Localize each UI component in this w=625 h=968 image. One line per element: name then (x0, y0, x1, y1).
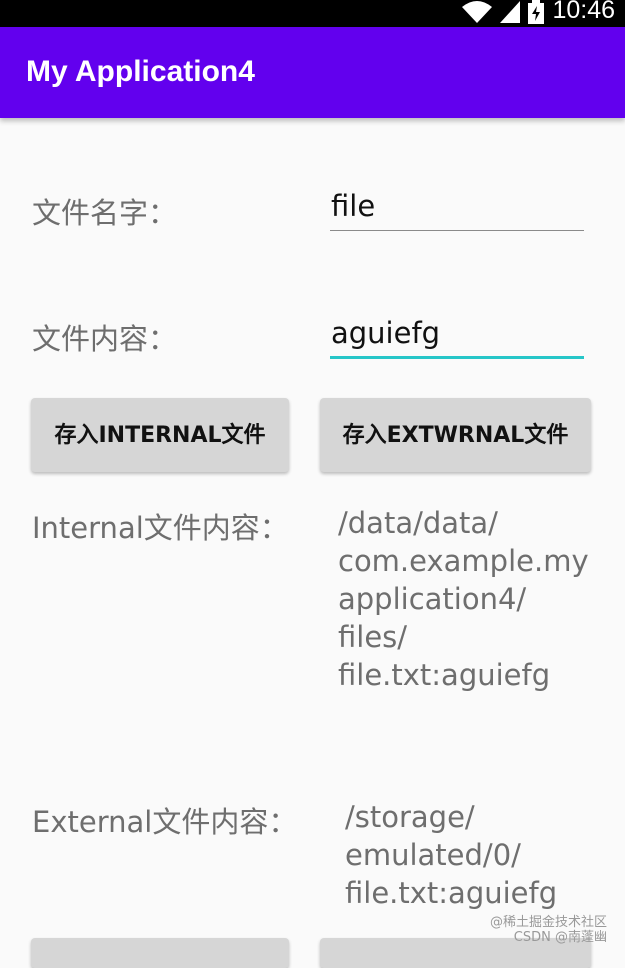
save-internal-button[interactable]: 存入INTERNAL文件 (31, 398, 289, 472)
file-name-label: 文件名字： (32, 196, 178, 230)
external-content-line: /storage/ (345, 800, 475, 834)
file-content-underline (330, 356, 584, 359)
external-content-label: External文件内容： (32, 805, 298, 839)
app-title: My Application4 (26, 55, 255, 88)
signal-icon (500, 0, 521, 27)
file-name-input[interactable]: file (331, 189, 375, 223)
file-content-label: 文件内容： (32, 322, 178, 356)
external-content-value: /storage/ emulated/0/ file.txt:aguiefg (345, 798, 557, 912)
internal-content-line: file.txt:aguiefg (338, 658, 551, 692)
internal-content-line: application4/ (338, 582, 527, 616)
battery-charging-icon (528, 0, 545, 28)
external-content-line: file.txt:aguiefg (345, 876, 558, 910)
save-external-button[interactable]: 存入EXTWRNAL文件 (320, 398, 591, 472)
internal-content-value: /data/data/ com.example.my application4/… (338, 504, 589, 694)
file-name-underline (330, 230, 584, 231)
watermark-line-2: CSDN @南蓬幽 (513, 930, 607, 945)
internal-content-line: files/ (338, 620, 408, 654)
external-content-line: emulated/0/ (345, 838, 521, 872)
app-bar: My Application4 (0, 27, 625, 118)
internal-content-line: /data/data/ (338, 506, 498, 540)
internal-content-label: Internal文件内容： (32, 511, 289, 545)
status-bar: 10:46 (0, 0, 625, 27)
status-time: 10:46 (552, 0, 615, 24)
wifi-icon (462, 0, 493, 27)
bottom-button-left[interactable] (31, 938, 289, 968)
file-content-input[interactable]: aguiefg (331, 316, 440, 350)
status-icons: 10:46 (462, 0, 615, 27)
internal-content-line: com.example.my (338, 544, 589, 578)
